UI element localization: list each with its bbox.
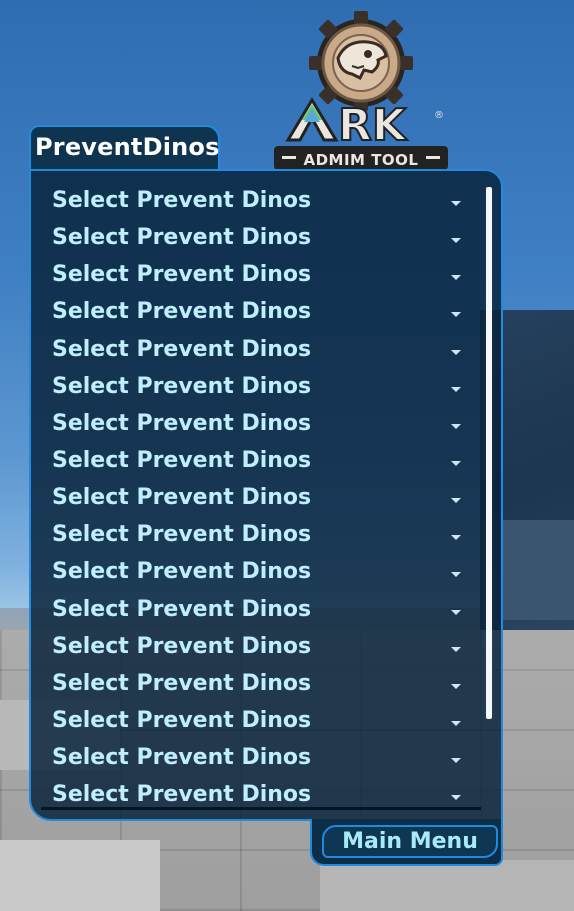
prevent-dino-dropdown[interactable]: Select Prevent Dinos <box>31 594 471 631</box>
list-scrollbar[interactable] <box>484 187 494 719</box>
dropdown-label: Select Prevent Dinos <box>52 373 312 399</box>
ark-admin-tool-logo: RK ® ADMIM TOOL <box>268 8 454 173</box>
dropdown-label: Select Prevent Dinos <box>52 522 312 548</box>
prevent-dino-dropdown[interactable]: Select Prevent Dinos <box>31 519 471 556</box>
panel-title-tab: PreventDinos <box>29 125 220 169</box>
prevent-dino-dropdown[interactable]: Select Prevent Dinos <box>31 371 471 408</box>
chevron-down-icon[interactable] <box>451 312 461 318</box>
dropdown-label: Select Prevent Dinos <box>52 336 312 362</box>
prevent-dino-dropdown[interactable]: Select Prevent Dinos <box>31 779 471 816</box>
background-structure <box>500 520 574 620</box>
panel-divider <box>41 807 481 810</box>
chevron-down-icon[interactable] <box>451 535 461 541</box>
chevron-down-icon[interactable] <box>451 386 461 392</box>
chevron-down-icon[interactable] <box>451 460 461 466</box>
prevent-dino-dropdown[interactable]: Select Prevent Dinos <box>31 668 471 705</box>
dropdown-label: Select Prevent Dinos <box>52 225 312 251</box>
dropdown-label: Select Prevent Dinos <box>52 559 312 585</box>
scrollbar-thumb[interactable] <box>486 187 492 719</box>
prevent-dinos-panel: Select Prevent Dinos Select Prevent Dino… <box>29 169 503 821</box>
chevron-down-icon[interactable] <box>451 609 461 615</box>
dropdown-label: Select Prevent Dinos <box>52 707 312 733</box>
prevent-dino-dropdown[interactable]: Select Prevent Dinos <box>31 631 471 668</box>
chevron-down-icon[interactable] <box>451 683 461 689</box>
ark-wordmark: RK ® <box>285 97 444 152</box>
background-floor-tile <box>0 840 160 911</box>
background-floor-tile <box>320 860 574 911</box>
dropdown-label: Select Prevent Dinos <box>52 410 312 436</box>
main-menu-label: Main Menu <box>342 829 478 854</box>
main-menu-button[interactable]: Main Menu <box>322 825 498 858</box>
prevent-dino-dropdown[interactable]: Select Prevent Dinos <box>31 408 471 445</box>
svg-text:ADMIM TOOL: ADMIM TOOL <box>303 151 418 169</box>
dropdown-label: Select Prevent Dinos <box>52 670 312 696</box>
chevron-down-icon[interactable] <box>451 423 461 429</box>
dropdown-label: Select Prevent Dinos <box>52 447 312 473</box>
chevron-down-icon[interactable] <box>451 758 461 764</box>
prevent-dino-dropdown[interactable]: Select Prevent Dinos <box>31 482 471 519</box>
prevent-dino-dropdown[interactable]: Select Prevent Dinos <box>31 334 471 371</box>
dropdown-label: Select Prevent Dinos <box>52 633 312 659</box>
chevron-down-icon[interactable] <box>451 498 461 504</box>
dropdown-label: Select Prevent Dinos <box>52 188 312 213</box>
prevent-dino-dropdown[interactable]: Select Prevent Dinos <box>31 742 471 779</box>
chevron-down-icon[interactable] <box>451 201 461 206</box>
svg-text:RK: RK <box>338 100 408 151</box>
prevent-dino-dropdown[interactable]: Select Prevent Dinos <box>31 296 471 333</box>
chevron-down-icon[interactable] <box>451 349 461 355</box>
panel-title: PreventDinos <box>35 133 220 161</box>
footer-tab: Main Menu <box>310 819 503 866</box>
dropdown-label: Select Prevent Dinos <box>52 745 312 771</box>
prevent-dinos-list[interactable]: Select Prevent Dinos Select Prevent Dino… <box>31 185 471 816</box>
chevron-down-icon[interactable] <box>451 238 461 244</box>
prevent-dino-dropdown[interactable]: Select Prevent Dinos <box>31 259 471 296</box>
prevent-dino-dropdown[interactable]: Select Prevent Dinos <box>31 222 471 259</box>
svg-text:®: ® <box>434 110 444 121</box>
prevent-dino-dropdown[interactable]: Select Prevent Dinos <box>31 185 471 222</box>
prevent-dino-dropdown[interactable]: Select Prevent Dinos <box>31 445 471 482</box>
prevent-dino-dropdown[interactable]: Select Prevent Dinos <box>31 705 471 742</box>
logo-subtitle-bar: ADMIM TOOL <box>274 146 448 170</box>
dropdown-label: Select Prevent Dinos <box>52 485 312 511</box>
dropdown-label: Select Prevent Dinos <box>52 782 312 808</box>
dropdown-label: Select Prevent Dinos <box>52 596 312 622</box>
chevron-down-icon[interactable] <box>451 275 461 281</box>
chevron-down-icon[interactable] <box>451 720 461 726</box>
chevron-down-icon[interactable] <box>451 646 461 652</box>
prevent-dino-dropdown[interactable]: Select Prevent Dinos <box>31 556 471 593</box>
chevron-down-icon[interactable] <box>451 572 461 578</box>
dropdown-label: Select Prevent Dinos <box>52 299 312 325</box>
dropdown-label: Select Prevent Dinos <box>52 262 312 288</box>
chevron-down-icon[interactable] <box>451 795 461 801</box>
